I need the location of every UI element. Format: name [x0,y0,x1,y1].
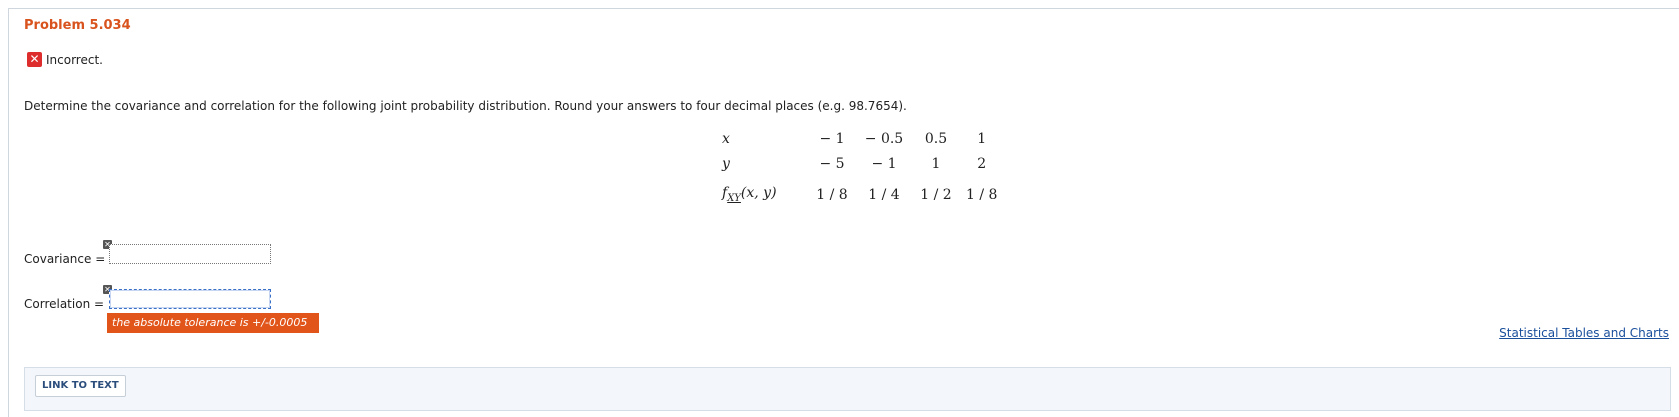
x-value: − 1 [819,130,845,147]
f-value: 1 / 2 [920,186,952,203]
link-to-text-button[interactable]: LINK TO TEXT [35,375,126,397]
question-text: Determine the covariance and correlation… [24,99,907,113]
x-label: x [722,130,730,147]
x-mark-icon: ✕ [27,52,42,67]
f-row: fXY(x, y) 1 / 8 1 / 4 1 / 2 1 / 8 [718,176,1001,207]
problem-title: Problem 5.034 [24,18,131,33]
y-value: 1 [931,155,941,172]
f-label: fXY(x, y) [718,176,806,207]
bottom-panel: LINK TO TEXT [24,367,1671,411]
f-args: (x, y) [740,185,777,201]
y-row: y − 5 − 1 1 2 [718,151,1001,176]
x-row: x − 1 − 0.5 0.5 1 [718,126,1001,151]
f-value: 1 / 8 [966,186,998,203]
f-value: 1 / 8 [816,186,848,203]
y-label: y [722,155,730,172]
covariance-input[interactable] [109,244,271,264]
status-text: Incorrect. [46,52,103,67]
x-value: 1 [977,130,987,147]
statistical-tables-link[interactable]: Statistical Tables and Charts [1499,326,1669,340]
y-value: − 5 [819,155,845,172]
y-value: 2 [977,155,987,172]
f-subscript: XY [727,193,741,204]
status-incorrect: ✕ Incorrect. [27,52,103,67]
x-value: 0.5 [924,130,948,147]
y-value: − 1 [871,155,897,172]
x-value: − 0.5 [864,130,904,147]
f-value: 1 / 4 [868,186,900,203]
problem-frame [8,8,1679,417]
correlation-input[interactable] [109,289,271,309]
correlation-label: Correlation = [24,297,105,311]
joint-distribution-table: x − 1 − 0.5 0.5 1 y − 5 − 1 1 2 fXY(x, y… [718,126,1001,207]
tolerance-tooltip: the absolute tolerance is +/-0.0005 [107,313,319,333]
covariance-label: Covariance = [24,252,106,266]
